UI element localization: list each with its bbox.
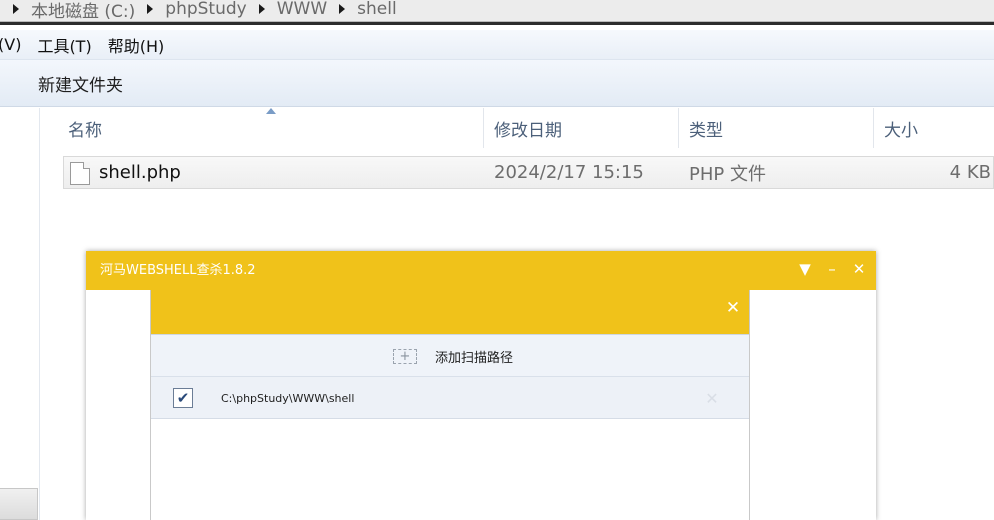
column-type-label: 类型 bbox=[689, 120, 723, 141]
file-date: 2024/2/17 15:15 bbox=[494, 162, 644, 183]
dropdown-menu-icon[interactable]: ▼ bbox=[795, 259, 815, 279]
command-bar: 新建文件夹 bbox=[0, 60, 994, 107]
menu-bar: (V) 工具(T) 帮助(H) bbox=[0, 30, 994, 60]
scan-path-dialog: ✕ + 添加扫描路径 ✔ C:\phpStudy\WWW\shell ✕ bbox=[150, 290, 750, 520]
add-folder-icon: + bbox=[393, 349, 417, 364]
menu-tools[interactable]: 工具(T) bbox=[37, 33, 91, 57]
address-bar[interactable]: 本地磁盘 (C:) phpStudy WWW shell bbox=[0, 0, 994, 22]
navigation-pane[interactable] bbox=[0, 108, 40, 520]
window-title-bar[interactable]: 河马WEBSHELL查杀1.8.2 ▼ – ✕ bbox=[86, 251, 876, 290]
dialog-close-icon[interactable]: ✕ bbox=[723, 298, 743, 318]
chevron-right-icon[interactable] bbox=[13, 4, 19, 14]
path-checkbox[interactable]: ✔ bbox=[173, 388, 193, 408]
column-date-label: 修改日期 bbox=[494, 120, 562, 141]
remove-path-icon[interactable]: ✕ bbox=[702, 388, 722, 408]
close-icon[interactable]: ✕ bbox=[849, 259, 869, 279]
column-date[interactable]: 修改日期 bbox=[484, 108, 679, 148]
file-name: shell.php bbox=[99, 162, 181, 183]
menu-view[interactable]: (V) bbox=[0, 35, 21, 54]
scan-path-text: C:\phpStudy\WWW\shell bbox=[221, 391, 355, 405]
navigation-pane-item[interactable] bbox=[0, 488, 38, 520]
chevron-right-icon[interactable] bbox=[258, 4, 265, 14]
add-scan-path-button[interactable]: + 添加扫描路径 bbox=[151, 334, 749, 377]
menu-help[interactable]: 帮助(H) bbox=[108, 33, 165, 57]
column-header: 名称 修改日期 类型 大小 bbox=[42, 108, 994, 148]
add-scan-path-label: 添加扫描路径 bbox=[435, 351, 514, 366]
chevron-right-icon[interactable] bbox=[339, 4, 346, 14]
column-type[interactable]: 类型 bbox=[679, 108, 874, 148]
file-size: 4 KB bbox=[949, 162, 991, 183]
title-divider bbox=[0, 22, 994, 25]
new-folder-button[interactable]: 新建文件夹 bbox=[38, 71, 123, 96]
breadcrumb-item-local-disk[interactable]: 本地磁盘 (C:) bbox=[31, 0, 135, 22]
sort-ascending-icon bbox=[266, 108, 276, 114]
window-title: 河马WEBSHELL查杀1.8.2 bbox=[100, 262, 256, 278]
file-icon bbox=[70, 162, 90, 185]
file-type: PHP 文件 bbox=[689, 163, 766, 185]
breadcrumb-item-phpstudy[interactable]: phpStudy bbox=[165, 0, 246, 19]
breadcrumb-item-shell[interactable]: shell bbox=[357, 0, 397, 19]
column-name-label: 名称 bbox=[68, 120, 102, 141]
breadcrumb: 本地磁盘 (C:) phpStudy WWW shell bbox=[0, 0, 397, 22]
column-size-label: 大小 bbox=[884, 120, 918, 141]
breadcrumb-item-www[interactable]: WWW bbox=[277, 0, 327, 19]
column-size[interactable]: 大小 bbox=[874, 108, 994, 148]
scan-path-row[interactable]: ✔ C:\phpStudy\WWW\shell ✕ bbox=[151, 377, 749, 419]
minimize-icon[interactable]: – bbox=[822, 259, 842, 279]
column-name[interactable]: 名称 bbox=[42, 108, 484, 148]
file-row[interactable]: shell.php 2024/2/17 15:15 PHP 文件 4 KB bbox=[63, 156, 994, 189]
dialog-header: ✕ bbox=[151, 290, 749, 334]
chevron-right-icon[interactable] bbox=[147, 4, 154, 14]
